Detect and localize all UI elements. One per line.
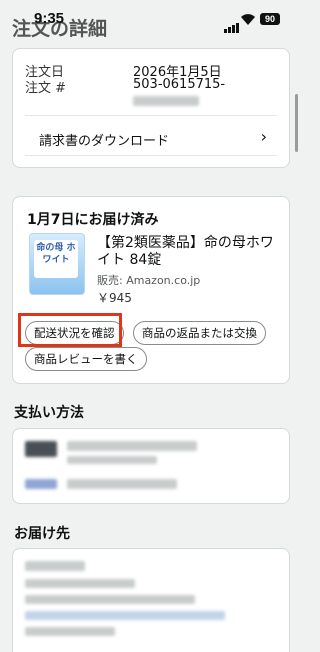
order-summary-card: 注文日 2026年1月5日 注文 # 503-0615715- 請求書のダウンロ… (12, 48, 290, 168)
highlight-box (18, 313, 122, 347)
redacted-order-number (133, 96, 199, 106)
redacted-card-number (67, 441, 197, 451)
battery-icon: 90 (260, 13, 280, 25)
order-number-value: 503-0615715- (133, 77, 226, 92)
shipping-address-heading: お届け先 (14, 526, 70, 542)
return-or-exchange-button[interactable]: 商品の返品または交換 (133, 321, 266, 345)
redacted-card-detail (67, 456, 157, 464)
divider (25, 155, 277, 156)
redacted-method-icon (25, 479, 57, 489)
redacted-address-line (25, 627, 115, 636)
write-review-button[interactable]: 商品レビューを書く (25, 347, 147, 371)
delivery-card: 1月7日にお届け済み 命の母 ホワイト 【第2類医薬品】命の母ホワイト 84錠 … (12, 196, 290, 384)
order-number-label: 注文 # (25, 81, 67, 96)
payment-method-card (12, 428, 290, 504)
delivery-status: 1月7日にお届け済み (27, 212, 159, 228)
redacted-address-line (25, 611, 225, 620)
payment-method-heading: 支払い方法 (14, 405, 84, 421)
shipping-address-card (12, 548, 290, 652)
product-image[interactable]: 命の母 ホワイト (29, 233, 85, 295)
chevron-right-icon[interactable]: › (261, 127, 267, 146)
redacted-recipient (25, 561, 85, 571)
product-price: ￥945 (97, 291, 132, 305)
redacted-method-name (67, 479, 177, 489)
redacted-card-icon (25, 441, 57, 457)
scrollbar[interactable] (295, 94, 298, 152)
wifi-icon (241, 14, 255, 25)
invoice-download-link[interactable]: 請求書のダウンロード (39, 130, 169, 149)
cellular-signal-icon (224, 14, 240, 33)
divider (25, 115, 277, 116)
redacted-address-line (25, 595, 195, 604)
status-time: 9:35 (34, 10, 65, 27)
product-name-link[interactable]: 【第2類医薬品】命の母ホワイト 84錠 (97, 235, 287, 269)
redacted-address-line (25, 579, 135, 588)
product-seller: 販売: Amazon.co.jp (97, 274, 201, 287)
product-image-label: 命の母 ホワイト (34, 240, 78, 278)
